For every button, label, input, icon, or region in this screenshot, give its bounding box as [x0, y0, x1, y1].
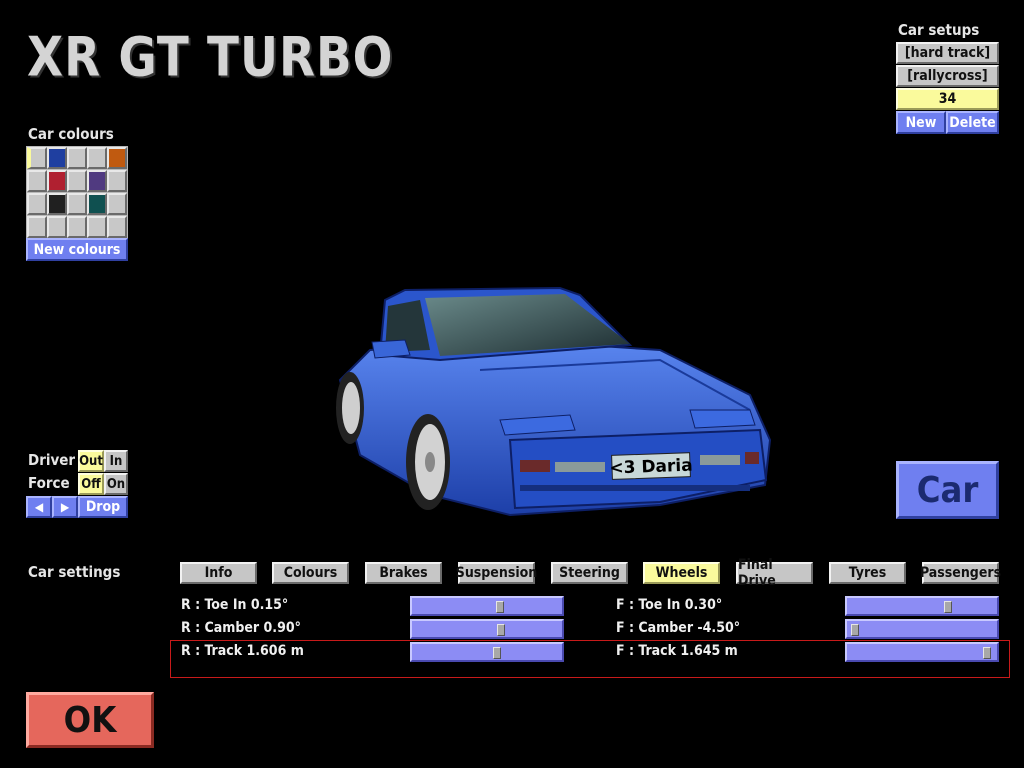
colour-palette — [26, 146, 128, 238]
front-track-label: F : Track 1.645 m — [616, 643, 738, 659]
next-arrow-button[interactable]: ▶ — [52, 496, 78, 518]
colour-swatch[interactable] — [107, 147, 127, 169]
car-button[interactable]: Car — [896, 461, 999, 519]
tab-wheels[interactable]: Wheels — [643, 562, 720, 584]
colour-swatch[interactable] — [47, 170, 67, 192]
rear-track-label: R : Track 1.606 m — [181, 643, 304, 659]
new-colours-button[interactable]: New colours — [26, 238, 128, 261]
front-camber-label: F : Camber -4.50° — [616, 620, 741, 636]
left-arrow-icon: ◀ — [34, 500, 44, 514]
setup-item-selected[interactable]: 34 — [896, 88, 999, 110]
colour-swatch[interactable] — [67, 193, 87, 215]
slider-handle[interactable] — [497, 624, 505, 636]
car-preview: <3 Daria — [336, 286, 772, 517]
car-settings-label: Car settings — [28, 563, 121, 581]
colour-swatch[interactable] — [27, 170, 47, 192]
colour-swatch[interactable] — [87, 216, 107, 238]
colour-swatch[interactable] — [27, 216, 47, 238]
colour-swatch[interactable] — [107, 170, 127, 192]
rear-camber-label: R : Camber 0.90° — [181, 620, 301, 636]
licence-plate: <3 Daria — [609, 456, 693, 479]
tab-steering[interactable]: Steering — [551, 562, 628, 584]
front-toe-in-label: F : Toe In 0.30° — [616, 597, 723, 613]
colour-swatch[interactable] — [107, 193, 127, 215]
rear-toe-in-label: R : Toe In 0.15° — [181, 597, 289, 613]
tab-brakes[interactable]: Brakes — [365, 562, 442, 584]
prev-arrow-button[interactable]: ◀ — [26, 496, 52, 518]
slider-handle[interactable] — [493, 647, 501, 659]
car-setups-label: Car setups — [898, 21, 980, 39]
colour-swatch[interactable] — [87, 193, 107, 215]
setup-item-hard-track[interactable]: [hard track] — [896, 42, 999, 64]
drop-button[interactable]: Drop — [78, 496, 128, 518]
colour-swatch[interactable] — [87, 170, 107, 192]
slider-handle[interactable] — [496, 601, 504, 613]
colour-swatch[interactable] — [67, 170, 87, 192]
setup-item-rallycross[interactable]: [rallycross] — [896, 65, 999, 87]
car-title: XR GT TURBO — [27, 26, 394, 89]
right-arrow-icon: ▶ — [60, 500, 70, 514]
rear-track-slider[interactable] — [410, 642, 564, 662]
slider-handle[interactable] — [851, 624, 859, 636]
delete-setup-button[interactable]: Delete — [946, 111, 999, 134]
tab-suspension[interactable]: Suspension — [456, 562, 537, 584]
slider-handle[interactable] — [944, 601, 952, 613]
rear-toe-in-slider[interactable] — [410, 596, 564, 616]
tab-final-drive[interactable]: Final Drive — [736, 557, 813, 589]
colour-swatch[interactable] — [27, 147, 47, 169]
tab-colours[interactable]: Colours — [272, 562, 349, 584]
driver-out-toggle[interactable]: Out — [78, 450, 104, 472]
new-setup-button[interactable]: New — [896, 111, 946, 134]
tab-passengers[interactable]: Passengers — [920, 562, 1001, 584]
colour-swatch[interactable] — [67, 216, 87, 238]
rear-camber-slider[interactable] — [410, 619, 564, 639]
colour-swatch[interactable] — [47, 216, 67, 238]
colour-swatch[interactable] — [27, 193, 47, 215]
colour-swatch[interactable] — [67, 147, 87, 169]
car-colours-label: Car colours — [28, 125, 114, 143]
force-label: Force — [28, 474, 70, 492]
tab-tyres[interactable]: Tyres — [829, 562, 906, 584]
colour-swatch[interactable] — [87, 147, 107, 169]
driver-label: Driver — [28, 451, 76, 469]
front-track-slider[interactable] — [845, 642, 999, 662]
driver-in-toggle[interactable]: In — [104, 450, 128, 472]
ok-button[interactable]: OK — [26, 692, 154, 748]
colour-swatch[interactable] — [47, 147, 67, 169]
force-on-toggle[interactable]: On — [104, 473, 128, 495]
slider-handle[interactable] — [983, 647, 991, 659]
front-toe-in-slider[interactable] — [845, 596, 999, 616]
tab-info[interactable]: Info — [180, 562, 257, 584]
colour-swatch[interactable] — [107, 216, 127, 238]
front-camber-slider[interactable] — [845, 619, 999, 639]
colour-swatch[interactable] — [47, 193, 67, 215]
force-off-toggle[interactable]: Off — [78, 473, 104, 495]
